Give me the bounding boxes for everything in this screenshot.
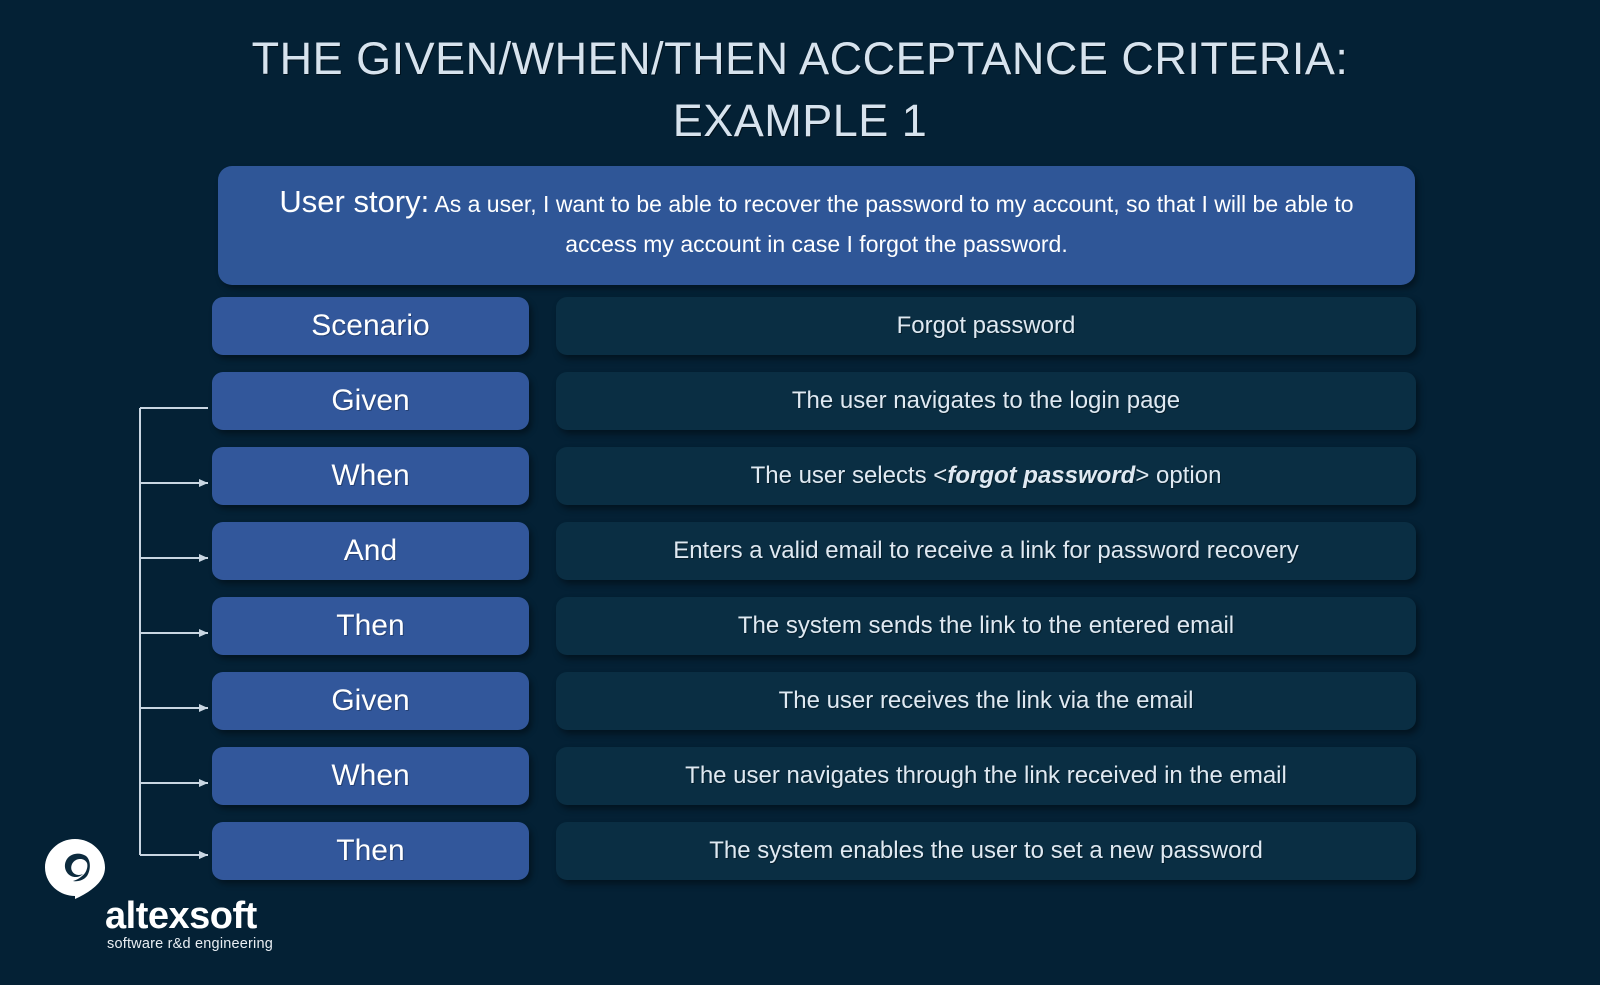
altexsoft-mark-icon: [45, 839, 105, 899]
table-row: And Enters a valid email to receive a lin…: [0, 522, 1600, 580]
row-description-value: Forgot password: [556, 297, 1416, 355]
row-description-value: The user selects < forgot password > opti…: [556, 447, 1416, 505]
row-keyword-label: Given: [212, 372, 529, 430]
logo-tagline: software r&d engineering: [107, 936, 274, 952]
row-description-value: Enters a valid email to receive a link f…: [556, 522, 1416, 580]
logo-wordmark: altexsoft: [105, 895, 257, 937]
table-row: Given The user navigates to the login pag…: [0, 372, 1600, 430]
row-description-value: The system enables the user to set a new…: [556, 822, 1416, 880]
page-title: THE GIVEN/WHEN/THEN ACCEPTANCE CRITERIA:…: [251, 33, 1349, 146]
table-row: Scenario Forgot password: [0, 297, 1600, 355]
table-row: When The user selects < forgot password > …: [0, 447, 1600, 505]
row-keyword-label: Then: [212, 597, 529, 655]
row-description-value: The system sends the link to the entered…: [556, 597, 1416, 655]
table-row: Given The user receives the link via the …: [0, 672, 1600, 730]
row-keyword-label: Scenario: [212, 297, 529, 355]
table-row: When The user navigates through the link …: [0, 747, 1600, 805]
user-story-text: User story: As a user, I want to be able…: [248, 182, 1385, 264]
user-story-body: As a user, I want to be able to recover …: [429, 190, 1354, 257]
row-keyword-label: When: [212, 747, 529, 805]
user-story-label: User story:: [279, 183, 430, 219]
row-keyword-label: And: [212, 522, 529, 580]
slide-root: THE GIVEN/WHEN/THEN ACCEPTANCE CRITERIA:…: [0, 0, 1600, 985]
table-row: Then The system sends the link to the ent…: [0, 597, 1600, 655]
row-description-value: The user receives the link via the email: [556, 672, 1416, 730]
user-story-banner: User story: As a user, I want to be able…: [218, 166, 1415, 285]
row-keyword-label: When: [212, 447, 529, 505]
row-description-value: The user navigates through the link rece…: [556, 747, 1416, 805]
altexsoft-logo: altexsoft software r&d engineering: [40, 838, 290, 958]
row-description-value: The user navigates to the login page: [556, 372, 1416, 430]
row-keyword-label: Given: [212, 672, 529, 730]
criteria-table: Scenario Forgot password Given The user nav…: [0, 297, 1600, 897]
